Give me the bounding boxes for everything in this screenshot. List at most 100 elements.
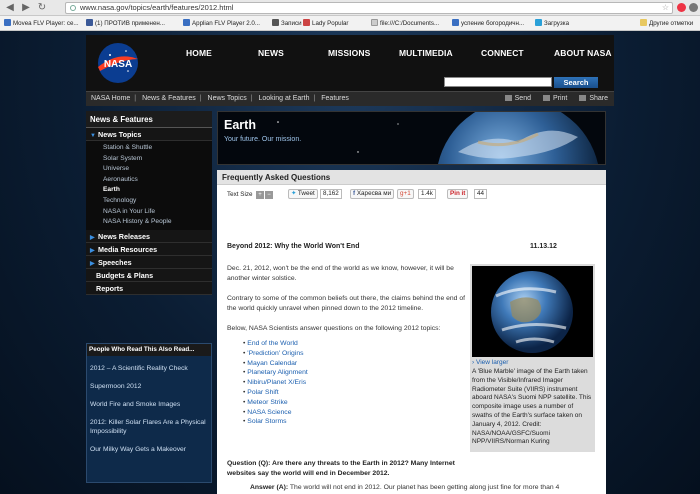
topic-link[interactable]: End of the World [243, 339, 403, 349]
sidebar-subitem-active[interactable]: Earth [103, 185, 212, 196]
envelope-icon [504, 95, 512, 101]
bookmark-item[interactable]: Загрузка [535, 18, 585, 29]
sidebar-item-label: Speeches [98, 257, 132, 267]
blue-marble-image[interactable] [472, 266, 593, 357]
section-title: Frequently Asked Questions [217, 170, 606, 185]
nav-connect[interactable]: CONNECT [481, 48, 524, 58]
extension-icon[interactable] [677, 3, 686, 12]
page-title: Earth [224, 118, 256, 132]
text-size-decrease-button[interactable]: − [265, 191, 273, 199]
back-icon[interactable]: ◀ [4, 2, 16, 14]
search-input[interactable] [444, 77, 552, 87]
bookmark-label: Загрузка [544, 20, 570, 27]
search-button[interactable]: Search [554, 77, 598, 88]
related-reads-title: People Who Read This Also Read... [87, 344, 211, 356]
answer-text: The world will not end in 2012. Our plan… [250, 484, 560, 494]
bookmark-item[interactable]: успение богородичн... [452, 18, 530, 29]
text-size-increase-button[interactable]: + [256, 191, 264, 199]
related-link[interactable]: Our Milky Way Gets a Makeover [87, 445, 211, 454]
gplus-button[interactable]: g+1 [397, 189, 414, 199]
bookmark-item[interactable]: (1) ПРОТИВ применен... [86, 18, 178, 29]
file-icon [371, 19, 378, 26]
sidebar-subitem[interactable]: NASA History & People [103, 217, 212, 228]
related-link[interactable]: 2012 – A Scientific Reality Check [87, 364, 211, 373]
sidebar-item-speeches[interactable]: ▶ Speeches [86, 255, 212, 269]
nav-multimedia[interactable]: MULTIMEDIA [399, 48, 453, 58]
send-button[interactable]: Send [504, 95, 531, 102]
bookmark-favicon-icon [535, 19, 542, 26]
nav-news[interactable]: NEWS [258, 48, 284, 58]
sidebar-subitem[interactable]: Universe [103, 164, 212, 175]
bookmark-item[interactable]: file:///C:/Documents... [371, 18, 447, 29]
bookmark-star-icon[interactable]: ☆ [662, 3, 669, 13]
bookmark-label: Applian FLV Player 2.0... [192, 20, 260, 27]
address-bar[interactable]: www.nasa.gov/topics/earth/features/2012.… [65, 2, 673, 14]
reload-icon[interactable]: ↻ [36, 2, 48, 14]
bookmark-label: Movea FLV Player: се... [13, 20, 79, 27]
sidebar-item-news-topics[interactable]: ▼ News Topics [86, 128, 212, 141]
article-title: Beyond 2012: Why the World Won't End [227, 243, 360, 250]
related-reads: People Who Read This Also Read... 2012 –… [86, 343, 212, 483]
bookmark-favicon-icon [4, 19, 11, 26]
sidebar-item-news-releases[interactable]: ▶ News Releases [86, 229, 212, 243]
topic-link[interactable]: 'Prediction' Origins [243, 349, 403, 359]
related-link[interactable]: Supermoon 2012 [87, 382, 211, 391]
topic-link[interactable]: NASA Science [243, 408, 403, 418]
forward-icon[interactable]: ▶ [20, 2, 32, 14]
bookmark-item[interactable]: Applian FLV Player 2.0... [183, 18, 267, 29]
print-button[interactable]: Print [542, 95, 567, 102]
breadcrumb-item[interactable]: NASA Home [91, 95, 130, 102]
sidebar-subitem[interactable]: Solar System [103, 154, 212, 165]
svg-text:NASA: NASA [104, 59, 132, 70]
breadcrumb: NASA Home | News & Features | News Topics |… [86, 91, 614, 106]
sidebar-subitem[interactable]: NASA in Your Life [103, 207, 212, 218]
bookmark-label: Записи [281, 20, 302, 27]
bookmark-favicon-icon [452, 19, 459, 26]
topic-link[interactable]: Nibiru/Planet X/Eris [243, 378, 403, 388]
article-paragraph: Below, NASA Scientists answer questions … [227, 325, 441, 332]
view-larger-link[interactable]: › View larger [472, 359, 508, 366]
pin-count: 44 [474, 189, 488, 199]
facebook-icon: f [353, 190, 356, 197]
earth-banner: Earth Your future. Our mission. [217, 111, 606, 165]
pin-it-button[interactable]: Pin it [447, 189, 469, 199]
breadcrumb-item: Features [321, 95, 349, 102]
sidebar-item-media-resources[interactable]: ▶ Media Resources [86, 242, 212, 256]
topic-link[interactable]: Mayan Calendar [243, 359, 403, 369]
related-link[interactable]: World Fire and Smoke Images [87, 400, 211, 409]
sidebar-item-budgets[interactable]: Budgets & Plans [86, 268, 212, 282]
sidebar-subitem[interactable]: Station & Shuttle [103, 143, 212, 154]
masthead: NASA HOME NEWS MISSIONS MULTIMEDIA CONNE… [86, 35, 614, 91]
tweet-button[interactable]: ✦ Tweet [288, 189, 318, 199]
nav-home[interactable]: HOME [186, 48, 212, 58]
globe-icon [70, 5, 76, 11]
bookmark-item[interactable]: Lady Popular [303, 18, 367, 29]
sidebar-subitem[interactable]: Technology [103, 196, 212, 207]
share-button[interactable]: Share [579, 95, 608, 102]
related-link[interactable]: 2012: Killer Solar Flares Are a Physical… [87, 418, 211, 436]
other-bookmarks[interactable]: Другие отметки [640, 18, 700, 29]
article-paragraph: Dec. 21, 2012, won't be the end of the w… [227, 265, 454, 282]
nasa-logo[interactable]: NASA [92, 37, 144, 89]
nav-about[interactable]: ABOUT NASA [554, 48, 612, 58]
topic-link[interactable]: Solar Storms [243, 417, 403, 427]
blue-marble-figure: › View larger A 'Blue Marble' image of t… [470, 264, 595, 452]
breadcrumb-item[interactable]: News & Features [142, 95, 196, 102]
sidebar-title[interactable]: News & Features [86, 111, 212, 128]
main-nav: HOME NEWS MISSIONS MULTIMEDIA CONNECT AB… [168, 48, 614, 62]
nav-missions[interactable]: MISSIONS [328, 48, 370, 58]
sidebar-subitem[interactable]: Aeronautics [103, 175, 212, 186]
tagline: Your future. Our mission. [224, 136, 302, 143]
topic-link[interactable]: Planetary Alignment [243, 368, 403, 378]
send-label: Send [514, 95, 531, 102]
bookmark-item[interactable]: Movea FLV Player: се... [4, 18, 80, 29]
topic-link[interactable]: Meteor Strike [243, 398, 403, 408]
breadcrumb-item[interactable]: News Topics [208, 95, 247, 102]
browser-toolbar: ◀ ▶ ↻ www.nasa.gov/topics/earth/features… [0, 0, 700, 16]
facebook-like-button[interactable]: f Харесва ми [350, 189, 395, 199]
topic-link[interactable]: Polar Shift [243, 388, 403, 398]
sidebar-item-reports[interactable]: Reports [86, 281, 212, 295]
breadcrumb-item[interactable]: Looking at Earth [259, 95, 310, 102]
bookmark-favicon-icon [183, 19, 190, 26]
menu-icon[interactable] [689, 3, 698, 12]
